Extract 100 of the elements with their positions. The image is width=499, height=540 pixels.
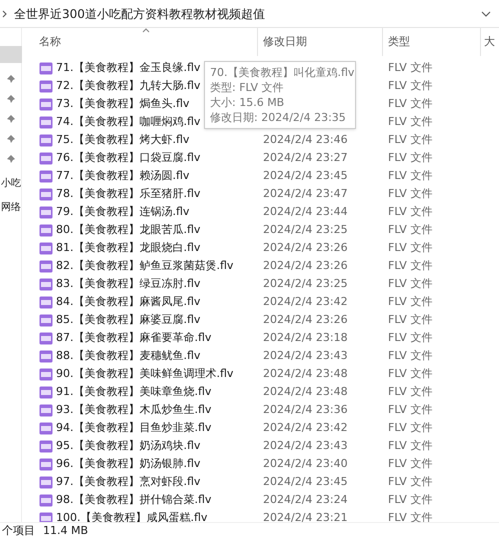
column-header[interactable]: 名称 <box>22 28 258 56</box>
selection-size: 11.4 MB <box>43 523 88 540</box>
file-type: FLV 文件 <box>388 294 432 308</box>
file-type: FLV 文件 <box>388 474 432 488</box>
modified-date: 2024/2/4 23:21 <box>263 510 348 522</box>
video-file-icon <box>39 80 53 92</box>
column-header[interactable]: 修改日期 <box>258 28 383 56</box>
file-name[interactable]: 88.【美食教程】麦穗鱿鱼.flv <box>56 348 200 364</box>
tooltip-line: 修改日期: 2024/2/4 23:35 <box>210 110 347 125</box>
column-header[interactable]: 大 <box>481 28 497 56</box>
video-file-icon <box>39 242 53 254</box>
file-name[interactable]: 85.【美食教程】麻婆豆腐.flv <box>56 312 200 328</box>
file-name[interactable]: 97.【美食教程】烹对虾段.flv <box>56 474 200 490</box>
file-type: FLV 文件 <box>388 150 432 164</box>
file-name[interactable]: 93.【美食教程】木瓜炒鱼生.flv <box>56 402 212 418</box>
file-type: FLV 文件 <box>388 384 432 398</box>
file-name[interactable]: 71.【美食教程】金玉良缘.flv <box>56 60 200 76</box>
file-type: FLV 文件 <box>388 348 432 362</box>
modified-date: 2024/2/4 23:43 <box>263 438 348 452</box>
video-file-icon <box>39 98 53 110</box>
video-file-icon <box>39 314 53 326</box>
file-type: FLV 文件 <box>388 96 432 110</box>
column-header[interactable]: 类型 <box>383 28 481 56</box>
pin-icon[interactable] <box>7 115 15 123</box>
file-name[interactable]: 83.【美食教程】绿豆冻肘.flv <box>56 276 200 292</box>
video-file-icon <box>39 62 53 74</box>
modified-date: 2024/2/4 23:42 <box>263 420 348 434</box>
file-type: FLV 文件 <box>388 456 432 470</box>
file-type: FLV 文件 <box>388 492 432 506</box>
video-file-icon <box>39 422 53 434</box>
file-name[interactable]: 96.【美食教程】奶汤银肺.flv <box>56 456 200 472</box>
file-name[interactable]: 81.【美食教程】龙眼烧白.flv <box>56 240 200 256</box>
video-file-icon <box>39 386 53 398</box>
file-name[interactable]: 80.【美食教程】龙眼苦瓜.flv <box>56 222 200 238</box>
video-file-icon <box>39 296 53 308</box>
file-name[interactable]: 76.【美食教程】口袋豆腐.flv <box>56 150 200 166</box>
modified-date: 2024/2/4 23:45 <box>263 168 348 182</box>
file-name[interactable]: 79.【美食教程】连锅汤.flv <box>56 204 190 220</box>
video-file-icon <box>39 278 53 290</box>
modified-date: 2024/2/4 23:26 <box>263 240 348 254</box>
modified-date: 2024/2/4 23:42 <box>263 294 348 308</box>
video-file-icon <box>39 134 53 146</box>
video-file-icon <box>39 458 53 470</box>
pin-icon[interactable] <box>7 135 15 143</box>
file-name[interactable]: 84.【美食教程】麻酱凤尾.flv <box>56 294 200 310</box>
video-file-icon <box>39 224 53 236</box>
pin-icon[interactable] <box>7 75 15 83</box>
modified-date: 2024/2/4 23:43 <box>263 348 348 362</box>
modified-date: 2024/2/4 23:27 <box>263 150 348 164</box>
modified-date: 2024/2/4 23:26 <box>263 258 348 272</box>
file-type: FLV 文件 <box>388 330 432 344</box>
file-type: FLV 文件 <box>388 114 432 128</box>
video-file-icon <box>39 332 53 344</box>
video-file-icon <box>39 152 53 164</box>
chevron-icon[interactable] <box>2 10 8 18</box>
address-path[interactable]: 全世界近300道小吃配方资料教程教材视频超值 <box>14 4 481 22</box>
modified-date: 2024/2/4 23:25 <box>263 222 348 236</box>
file-type: FLV 文件 <box>388 240 432 254</box>
modified-date: 2024/2/4 23:45 <box>263 474 348 488</box>
modified-date: 2024/2/4 23:47 <box>263 186 348 200</box>
video-file-icon <box>39 260 53 272</box>
file-name[interactable]: 75.【美食教程】烤大虾.flv <box>56 132 190 148</box>
file-name[interactable]: 77.【美食教程】赖汤圆.flv <box>56 168 190 184</box>
modified-date: 2024/2/4 23:46 <box>263 132 348 146</box>
file-name[interactable]: 73.【美食教程】焗鱼头.flv <box>56 96 190 112</box>
file-name[interactable]: 94.【美食教程】目鱼炒韭菜.flv <box>56 420 212 436</box>
file-name[interactable]: 91.【美食教程】美味章鱼烧.flv <box>56 384 212 400</box>
file-name[interactable]: 90.【美食教程】美味鲜鱼调理术.flv <box>56 366 234 382</box>
video-file-icon <box>39 494 53 506</box>
file-type: FLV 文件 <box>388 204 432 218</box>
video-file-icon <box>39 116 53 128</box>
file-type: FLV 文件 <box>388 438 432 452</box>
video-file-icon <box>39 440 53 452</box>
video-file-icon <box>39 188 53 200</box>
file-name[interactable]: 82.【美食教程】鲈鱼豆浆菌菇煲.flv <box>56 258 234 274</box>
file-type: FLV 文件 <box>388 366 432 380</box>
file-name[interactable]: 98.【美食教程】拼什锦合菜.flv <box>56 492 212 508</box>
modified-date: 2024/2/4 23:24 <box>263 492 348 506</box>
file-name[interactable]: 74.【美食教程】咖喱焖鸡.flv <box>56 114 200 130</box>
file-type: FLV 文件 <box>388 420 432 434</box>
video-file-icon <box>39 404 53 416</box>
video-file-icon <box>39 476 53 488</box>
modified-date: 2024/2/4 23:48 <box>263 366 348 380</box>
file-type: FLV 文件 <box>388 276 432 290</box>
file-name[interactable]: 87.【美食教程】麻雀要革命.flv <box>56 330 212 346</box>
video-file-icon <box>39 206 53 218</box>
file-type: FLV 文件 <box>388 60 432 74</box>
tooltip-line: 大小: 15.6 MB <box>210 95 286 110</box>
file-type: FLV 文件 <box>388 510 432 522</box>
pin-icon[interactable] <box>7 95 15 103</box>
dropdown-icon[interactable] <box>481 10 491 16</box>
pin-icon[interactable] <box>7 155 15 163</box>
file-name[interactable]: 72.【美食教程】九转大肠.flv <box>56 78 200 94</box>
file-name[interactable]: 78.【美食教程】乐至猪肝.flv <box>56 186 200 202</box>
modified-date: 2024/2/4 23:18 <box>263 330 348 344</box>
modified-date: 2024/2/4 23:48 <box>263 384 348 398</box>
tooltip-line: 类型: FLV 文件 <box>210 80 284 95</box>
modified-date: 2024/2/4 23:26 <box>263 312 348 326</box>
file-name[interactable]: 95.【美食教程】奶汤鸡块.flv <box>56 438 200 454</box>
file-type: FLV 文件 <box>388 258 432 272</box>
